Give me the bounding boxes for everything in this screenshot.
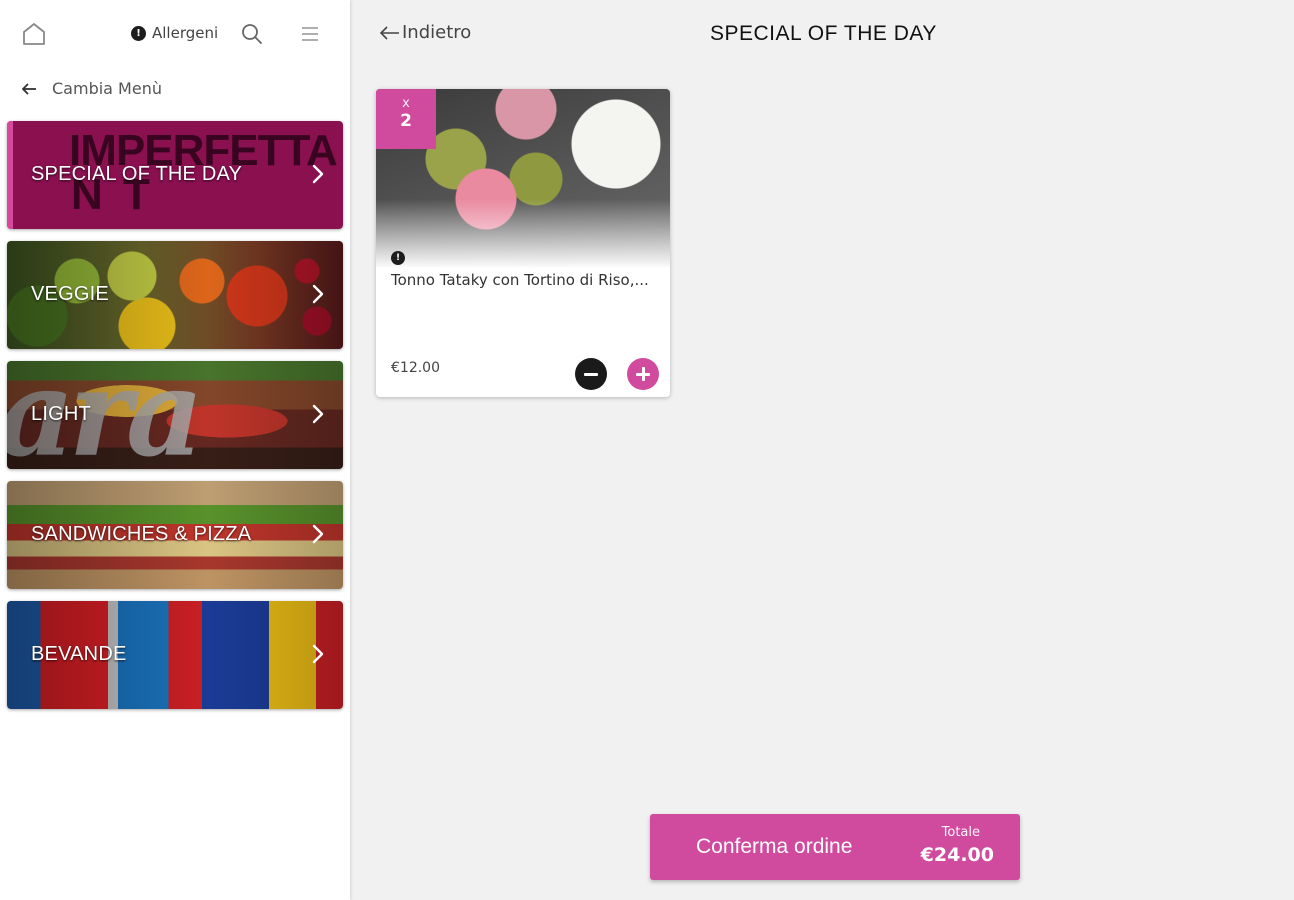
chevron-right-icon xyxy=(312,164,324,184)
category-label: LIGHT xyxy=(31,403,91,425)
category-special-of-the-day[interactable]: IMPERFETTA N T SPECIAL OF THE DAY xyxy=(7,121,343,229)
cambia-menu-link[interactable]: Cambia Menù xyxy=(20,79,162,98)
quantity-prefix: x xyxy=(402,96,410,111)
confirm-order-button[interactable]: Conferma ordine Totale €24.00 xyxy=(650,814,1020,880)
total-label: Totale xyxy=(941,825,980,840)
allergeni-button[interactable]: ! Allergeni xyxy=(131,24,218,42)
category-sandwiches-pizza[interactable]: SANDWICHES & PIZZA xyxy=(7,481,343,589)
allergeni-label: Allergeni xyxy=(152,24,219,42)
product-card[interactable]: x 2 ! Tonno Tataky con Tortino di Riso,.… xyxy=(376,89,670,397)
main-content: Indietro SPECIAL OF THE DAY x 2 ! Tonno … xyxy=(350,0,1294,900)
active-indicator xyxy=(7,121,13,229)
hamburger-menu-button[interactable] xyxy=(298,22,322,46)
confirm-order-label: Conferma ordine xyxy=(696,835,853,858)
chevron-right-icon xyxy=(312,404,324,424)
home-button[interactable] xyxy=(20,20,48,48)
arrow-left-icon xyxy=(21,82,36,95)
back-label: Indietro xyxy=(402,22,472,43)
total-value: €24.00 xyxy=(920,844,994,866)
hamburger-menu-icon xyxy=(302,27,318,41)
back-button[interactable]: Indietro xyxy=(378,22,471,43)
home-icon xyxy=(23,23,45,45)
category-label: BEVANDE xyxy=(31,643,127,665)
page-title: SPECIAL OF THE DAY xyxy=(710,22,937,45)
image-fade xyxy=(376,199,670,269)
arrow-left-icon xyxy=(379,25,399,40)
cambia-menu-label: Cambia Menù xyxy=(52,79,162,98)
chevron-right-icon xyxy=(312,524,324,544)
plus-icon-vertical xyxy=(641,367,645,381)
info-icon[interactable]: ! xyxy=(391,251,405,265)
category-bevande[interactable]: BEVANDE xyxy=(7,601,343,709)
search-button[interactable] xyxy=(240,22,264,46)
category-veggie[interactable]: VEGGIE xyxy=(7,241,343,349)
category-light[interactable]: ara LIGHT xyxy=(7,361,343,469)
quantity-value: 2 xyxy=(400,111,412,131)
category-list: IMPERFETTA N T SPECIAL OF THE DAY VEGGIE… xyxy=(7,121,343,721)
sidebar: ! Allergeni Cambia Menù IMPERFETTA N T S… xyxy=(0,0,350,900)
chevron-right-icon xyxy=(312,284,324,304)
minus-icon xyxy=(584,372,598,376)
product-price: €12.00 xyxy=(391,360,440,376)
decrease-quantity-button[interactable] xyxy=(575,358,607,390)
chevron-right-icon xyxy=(312,644,324,664)
product-name: Tonno Tataky con Tortino di Riso,... xyxy=(391,271,649,289)
category-label: SANDWICHES & PIZZA xyxy=(31,523,252,545)
category-label: VEGGIE xyxy=(31,283,109,305)
search-icon xyxy=(242,24,262,44)
quantity-badge: x 2 xyxy=(376,89,436,149)
sidebar-topbar: ! Allergeni xyxy=(0,0,350,68)
increase-quantity-button[interactable] xyxy=(627,358,659,390)
category-label: SPECIAL OF THE DAY xyxy=(31,163,243,185)
info-icon: ! xyxy=(131,25,146,41)
